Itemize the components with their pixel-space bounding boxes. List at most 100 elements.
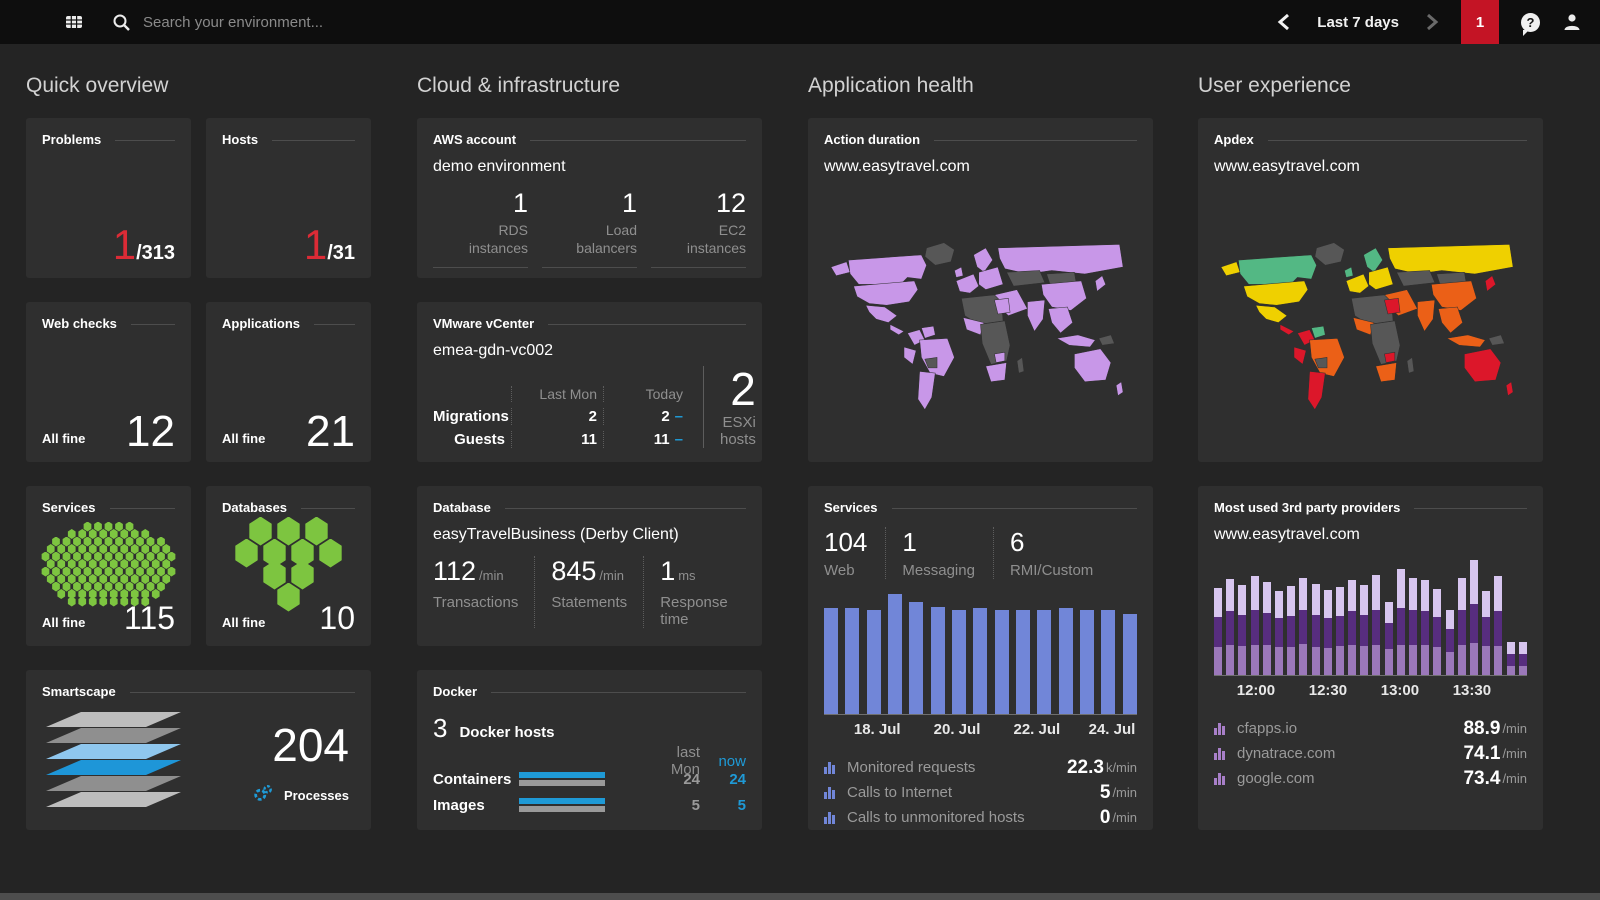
tile-title: Apdex: [1214, 132, 1254, 147]
tile-apdex[interactable]: Apdex www.easytravel.com: [1198, 118, 1543, 462]
legend-label: dynatrace.com: [1237, 745, 1335, 762]
third-party-chart-bar: [1360, 585, 1368, 675]
tile-web-checks[interactable]: Web checks All fine 12: [26, 302, 191, 462]
mini-bar-chart-icon: [1214, 723, 1228, 735]
third-party-chart-bar: [1348, 580, 1356, 675]
third-party-chart-bar: [1519, 642, 1527, 675]
topbar: Last 7 days 1 ?: [0, 0, 1600, 44]
map-region-central_america: [890, 324, 904, 334]
map-region-madagascar: [1017, 357, 1024, 373]
esxi-hosts-stat: 2 ESXi hosts: [703, 366, 756, 448]
stat-label: instances: [469, 240, 528, 256]
hexagon: [276, 583, 302, 612]
legend-value: 73.4: [1463, 768, 1500, 790]
migrations-last-mon: 2: [511, 408, 603, 425]
hosts-count: 1 /31: [304, 224, 355, 266]
stat-value: 1: [660, 556, 675, 586]
section-title-quick-overview: Quick overview: [26, 74, 168, 98]
column-header: Today: [603, 386, 689, 402]
legend-value: 88.9: [1463, 718, 1500, 740]
stat-unit: /min: [479, 568, 504, 583]
tile-action-duration[interactable]: Action duration www.easytravel.com: [808, 118, 1153, 462]
services-bar-chart: [824, 595, 1137, 715]
tile-hosts[interactable]: Hosts 1 /31: [206, 118, 371, 278]
services-chart-bar: [973, 608, 987, 714]
services-chart-bar: [888, 594, 902, 714]
third-party-chart-bar: [1275, 591, 1283, 675]
tile-docker[interactable]: Docker 3 Docker hosts last Mon now Conta…: [417, 670, 762, 830]
vmware-table: Last Mon Today Migrations 2 2– Guests 11…: [433, 366, 746, 448]
map-region-indonesia: [1057, 335, 1095, 347]
third-party-chart-bar: [1251, 576, 1259, 675]
map-region-new_zealand: [1116, 382, 1123, 396]
stat-value: 1: [433, 188, 528, 219]
map-region-new_guinea: [1489, 335, 1505, 345]
world-map: [1214, 206, 1527, 448]
tile-title: Action duration: [824, 132, 920, 147]
map-region-japan: [1485, 276, 1495, 292]
divider: [1268, 140, 1527, 141]
tile-database[interactable]: Database easyTravelBusiness (Derby Clien…: [417, 486, 762, 646]
dashboards-icon[interactable]: [64, 12, 84, 32]
tile-smartscape[interactable]: Smartscape 204 Processes: [26, 670, 371, 830]
tile-title: Database: [433, 500, 491, 515]
hexagon: [318, 539, 344, 568]
mini-bar-chart-icon: [824, 812, 838, 824]
help-icon[interactable]: ?: [1521, 13, 1540, 32]
legend-unit: /min: [1112, 810, 1137, 825]
tile-title: Docker: [433, 684, 477, 699]
map-region-japan: [1095, 276, 1105, 292]
services-chart-x-axis: 18. Jul 20. Jul 22. Jul 24. Jul: [824, 721, 1137, 745]
trend-dash: –: [675, 431, 683, 448]
x-tick: 13:00: [1381, 682, 1419, 699]
tile-aws-account[interactable]: AWS account demo environment 1 RDSinstan…: [417, 118, 762, 278]
third-party-chart-bar: [1397, 569, 1405, 675]
map-region-indonesia: [1447, 335, 1485, 347]
third-party-legend: cfapps.io 88.9 /min dynatrace.com 74.1 /…: [1214, 716, 1527, 791]
services-chart-bar: [1080, 610, 1094, 714]
third-party-chart-bar: [1312, 584, 1320, 675]
search-icon[interactable]: [112, 13, 131, 32]
section-title-application-health: Application health: [808, 74, 974, 98]
legend-label: Calls to unmonitored hosts: [847, 809, 1025, 826]
divider: [530, 140, 746, 141]
legend-row-dynatrace: dynatrace.com 74.1 /min: [1214, 741, 1527, 766]
row-label: Migrations: [433, 408, 511, 425]
third-party-chart-bar: [1409, 578, 1417, 675]
guests-today: 11–: [603, 431, 689, 448]
tile-problems[interactable]: Problems 1 /313: [26, 118, 191, 278]
tile-services-overview[interactable]: Services All fine 115: [26, 486, 191, 646]
problems-count-badge[interactable]: 1: [1461, 0, 1499, 44]
bottom-edge: [0, 893, 1600, 900]
tile-databases[interactable]: Databases All fine 10: [206, 486, 371, 646]
map-region-australia: [1464, 349, 1501, 382]
chevron-left-icon[interactable]: [1277, 13, 1291, 31]
x-tick: 12:30: [1309, 682, 1347, 699]
row-label: Images: [433, 797, 519, 814]
time-range-label[interactable]: Last 7 days: [1317, 14, 1399, 31]
map-region-venezuela: [1311, 326, 1325, 338]
x-tick: 12:00: [1237, 682, 1275, 699]
tile-third-party-providers[interactable]: Most used 3rd party providers www.easytr…: [1198, 486, 1543, 830]
legend-row-cfapps: cfapps.io 88.9 /min: [1214, 716, 1527, 741]
map-region-se_asia: [1438, 307, 1462, 333]
legend-row-google: google.com 73.4 /min: [1214, 766, 1527, 791]
tile-services-health[interactable]: Services 104 Web 1 Messaging 6 RMI/Custo…: [808, 486, 1153, 830]
divider: [110, 508, 176, 509]
legend-label: Monitored requests: [847, 759, 975, 776]
tile-vmware-vcenter[interactable]: VMware vCenter emea-gdn-vc002 Last Mon T…: [417, 302, 762, 462]
hamburger-menu-icon[interactable]: [14, 15, 34, 30]
stat-label: instances: [687, 240, 746, 256]
search-input[interactable]: [143, 14, 643, 31]
stat-messaging: 1 Messaging: [885, 527, 993, 579]
tile-applications[interactable]: Applications All fine 21: [206, 302, 371, 462]
services-chart-bar: [1123, 614, 1137, 714]
hexagon: [57, 589, 66, 599]
divider: [130, 692, 355, 693]
tile-title: Services: [824, 500, 878, 515]
chevron-right-icon[interactable]: [1425, 13, 1439, 31]
databases-hexagon-cluster: [206, 520, 371, 608]
third-party-chart-bar: [1446, 610, 1454, 675]
smartscape-layers-icon: [46, 712, 196, 817]
user-profile-icon[interactable]: [1562, 12, 1582, 32]
